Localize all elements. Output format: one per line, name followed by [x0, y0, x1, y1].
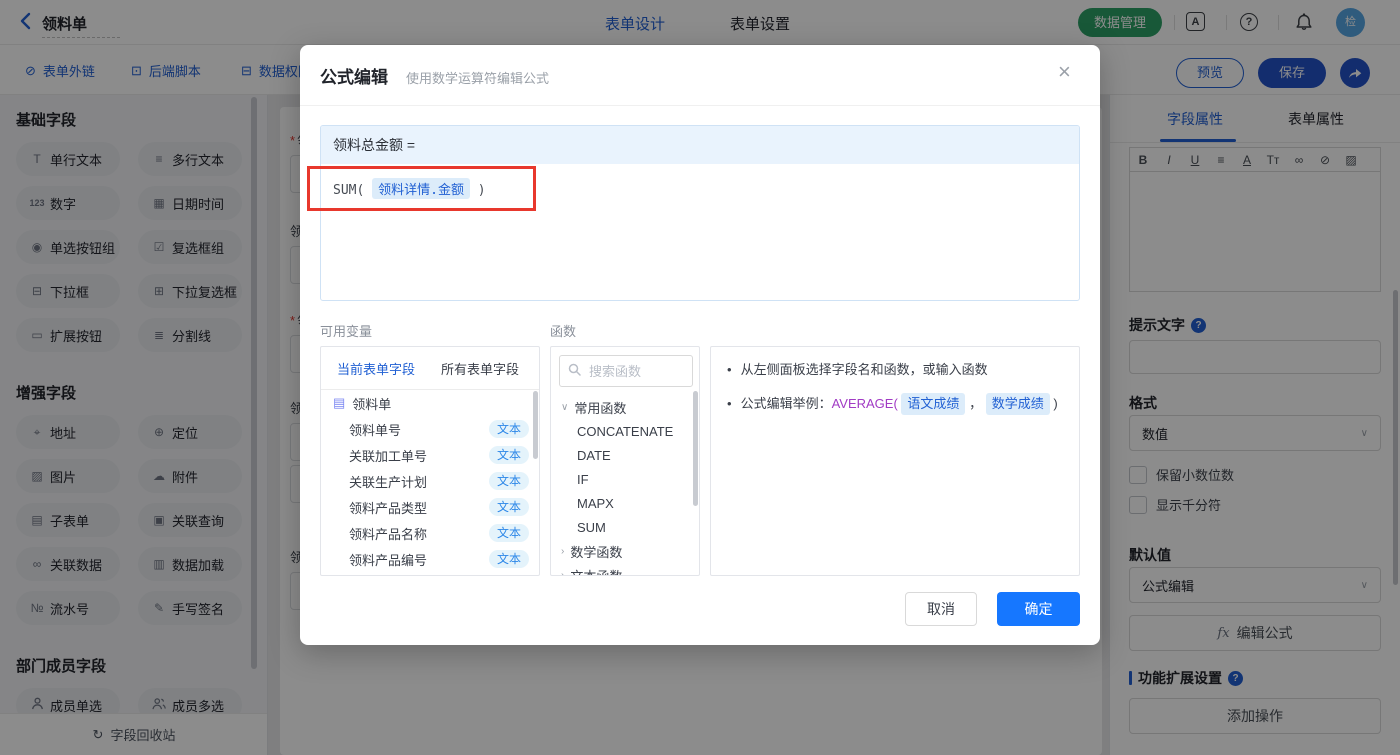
variable-row[interactable]: 领料单号 文本 [321, 416, 539, 442]
divider [300, 105, 1100, 106]
type-badge: 文本 [488, 498, 529, 516]
function-group-math[interactable]: › 数学函数 [551, 539, 699, 563]
type-badge: 文本 [488, 420, 529, 438]
type-badge: 文本 [488, 550, 529, 568]
tab-current-form-fields[interactable]: 当前表单字段 [337, 359, 415, 378]
functions-scrollbar[interactable] [693, 391, 698, 506]
formula-editor[interactable]: 领料总金额 = SUM( 领料详情.金额 ) [320, 125, 1080, 301]
variable-row[interactable]: 关联加工单号 文本 [321, 442, 539, 468]
type-badge: 文本 [488, 524, 529, 542]
bullet-icon: • [727, 362, 732, 377]
example-field-chip: 数学成绩 [985, 393, 1050, 415]
variable-row[interactable]: 领料产品编号 文本 [321, 546, 539, 572]
tab-all-form-fields[interactable]: 所有表单字段 [441, 359, 519, 378]
variables-panel: 当前表单字段 所有表单字段 ▤ 领料单 领料单号 文本 关联加工单号 文本 关联生产… [320, 346, 540, 576]
example-field-chip: 语文成绩 [901, 393, 966, 415]
formula-target: 领料总金额 = [321, 126, 1079, 164]
function-item[interactable]: MAPX [551, 491, 699, 515]
variable-row[interactable]: 领料产品名称 文本 [321, 520, 539, 546]
confirm-button[interactable]: 确定 [997, 592, 1080, 626]
variable-row[interactable]: 关联生产计划 文本 [321, 468, 539, 494]
variable-row[interactable]: 领料产品类型 文本 [321, 494, 539, 520]
search-icon [568, 363, 581, 379]
tip-example: 公式编辑举例：AVERAGE( 语文成绩 ， 数学成绩 ) [741, 393, 1058, 415]
bullet-icon: • [727, 396, 732, 411]
function-item[interactable]: CONCATENATE [551, 419, 699, 443]
document-icon: ▤ [333, 395, 346, 410]
functions-panel: ∨常用函数 CONCATENATE DATE IF MAPX SUM ›数学函数… [550, 346, 700, 576]
annotation-highlight-box [307, 166, 536, 211]
variables-label: 可用变量 [320, 324, 373, 339]
function-search[interactable] [559, 355, 693, 387]
function-item[interactable]: DATE [551, 443, 699, 467]
functions-label: 函数 [550, 324, 577, 339]
type-badge: 文本 [488, 472, 529, 490]
close-icon[interactable]: × [1058, 61, 1071, 83]
tips-panel: • 从左侧面板选择字段名和函数，或输入函数 • 公式编辑举例：AVERAGE( … [710, 346, 1080, 576]
function-search-input[interactable] [587, 362, 691, 380]
example-function: AVERAGE( [831, 396, 898, 411]
chevron-right-icon: › [561, 569, 565, 576]
variable-form-node[interactable]: ▤ 领料单 [321, 390, 539, 416]
variable-row[interactable]: 文本 [321, 572, 539, 575]
tip-text: 从左侧面板选择字段名和函数，或输入函数 [740, 362, 988, 377]
function-group-common[interactable]: ∨ 常用函数 [551, 395, 699, 419]
formula-edit-modal: 公式编辑 使用数学运算符编辑公式 × 领料总金额 = SUM( 领料详情.金额 … [300, 45, 1100, 645]
chevron-down-icon: ∨ [561, 401, 569, 413]
modal-title: 公式编辑 [320, 68, 388, 87]
chevron-right-icon: › [561, 545, 565, 557]
function-group-text[interactable]: › 文本函数 [551, 563, 699, 576]
function-item[interactable]: IF [551, 467, 699, 491]
cancel-button[interactable]: 取消 [905, 592, 977, 626]
function-item[interactable]: SUM [551, 515, 699, 539]
modal-subtitle: 使用数学运算符编辑公式 [406, 71, 550, 86]
type-badge: 文本 [488, 446, 529, 464]
variables-scrollbar[interactable] [533, 391, 538, 459]
